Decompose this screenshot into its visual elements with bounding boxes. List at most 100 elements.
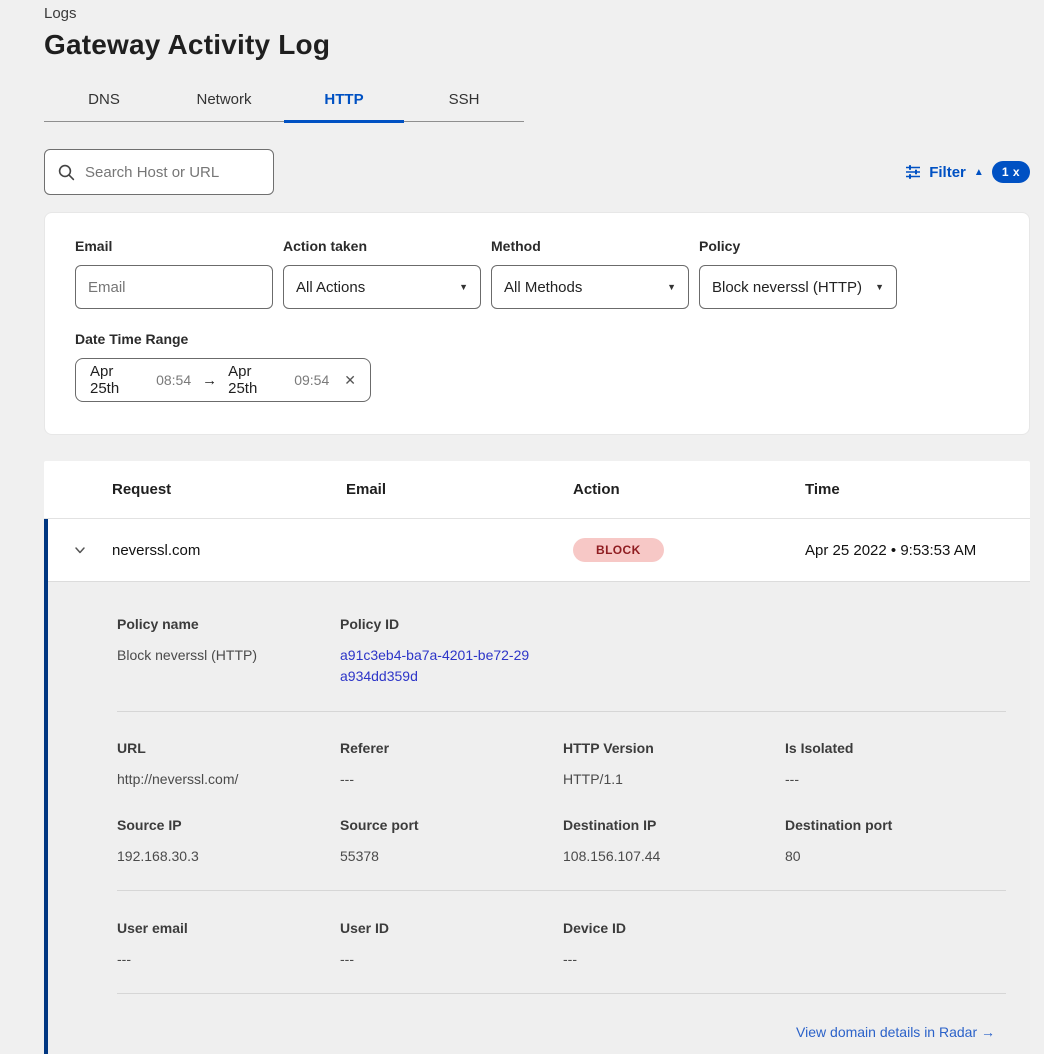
is-isolated-value: --- [785,769,1006,790]
destination-ip-value: 108.156.107.44 [563,846,785,867]
status-badge: BLOCK [573,538,664,562]
http-version-label: HTTP Version [563,740,785,756]
start-date[interactable]: Apr 25th [90,363,145,397]
col-time: Time [805,481,1030,498]
destination-port-label: Destination port [785,817,1006,833]
referer-cell: Referer --- [340,740,563,790]
device-id-value: --- [563,949,785,970]
action-taken-value: All Actions [296,279,365,296]
policy-name-cell: Policy name Block neverssl (HTTP) [117,616,340,687]
filter-field-policy: Policy Block neverssl (HTTP) ▼ [699,238,897,309]
filter-field-action: Action taken All Actions ▼ [283,238,481,309]
divider [117,993,1006,994]
destination-port-cell: Destination port 80 [785,817,1006,867]
email-label: Email [75,238,273,254]
destination-ip-cell: Destination IP 108.156.107.44 [563,817,785,867]
is-isolated-label: Is Isolated [785,740,1006,756]
page-title: Gateway Activity Log [44,29,1030,61]
search-input[interactable] [85,164,284,181]
action-taken-label: Action taken [283,238,481,254]
policy-id-cell: Policy ID a91c3eb4-ba7a-4201-be72-29a934… [340,616,563,687]
source-ip-label: Source IP [117,817,340,833]
user-id-value: --- [340,949,563,970]
referer-value: --- [340,769,563,790]
user-id-label: User ID [340,920,563,936]
tab-network[interactable]: Network [164,81,284,121]
referer-label: Referer [340,740,563,756]
policy-select[interactable]: Block neverssl (HTTP) ▼ [699,265,897,309]
method-value: All Methods [504,279,582,296]
policy-id-label: Policy ID [340,616,563,632]
filter-field-date-range: Date Time Range Apr 25th 08:54 → Apr 25t… [75,331,999,402]
caret-up-icon[interactable]: ▲ [974,167,984,178]
col-action: Action [573,481,805,498]
row-time: Apr 25 2022 • 9:53:53 AM [805,542,1030,559]
user-id-cell: User ID --- [340,920,563,970]
log-table: Request Email Action Time neverssl.com B… [44,461,1030,1054]
clear-date-icon[interactable]: ✕ [344,372,356,389]
filter-controls[interactable]: Filter ▲ 1 x [905,161,1030,183]
tab-bar: DNS Network HTTP SSH [44,81,524,122]
filter-panel: Email Action taken All Actions ▼ Method … [44,212,1030,435]
arrow-right-icon: → [202,372,217,389]
method-select[interactable]: All Methods ▼ [491,265,689,309]
url-label: URL [117,740,340,756]
table-row[interactable]: neverssl.com BLOCK Apr 25 2022 • 9:53:53… [48,519,1030,581]
end-date[interactable]: Apr 25th [228,363,283,397]
filter-sliders-icon [905,164,921,180]
expanded-row-group: neverssl.com BLOCK Apr 25 2022 • 9:53:53… [44,519,1030,1054]
user-email-cell: User email --- [117,920,340,970]
search-filter-bar: Filter ▲ 1 x [44,149,1030,195]
radar-details-link[interactable]: View domain details in Radar → [796,1024,995,1040]
start-time[interactable]: 08:54 [156,372,191,388]
device-id-label: Device ID [563,920,785,936]
chevron-expand-icon[interactable] [71,541,89,559]
source-port-cell: Source port 55378 [340,817,563,867]
destination-port-value: 80 [785,846,1006,867]
source-port-value: 55378 [340,846,563,867]
tab-dns[interactable]: DNS [44,81,164,121]
search-box[interactable] [44,149,274,195]
date-range-picker[interactable]: Apr 25th 08:54 → Apr 25th 09:54 ✕ [75,358,371,402]
end-time[interactable]: 09:54 [294,372,329,388]
row-request: neverssl.com [112,542,346,559]
col-email: Email [346,481,573,498]
user-email-value: --- [117,949,340,970]
source-port-label: Source port [340,817,563,833]
destination-ip-label: Destination IP [563,817,785,833]
source-ip-value: 192.168.30.3 [117,846,340,867]
http-version-cell: HTTP Version HTTP/1.1 [563,740,785,790]
filter-toggle[interactable]: Filter [929,164,966,181]
method-label: Method [491,238,689,254]
filter-field-email: Email [75,238,273,309]
breadcrumb[interactable]: Logs [44,0,1030,22]
url-cell: URL http://neverssl.com/ [117,740,340,790]
policy-value: Block neverssl (HTTP) [712,279,862,296]
policy-id-link[interactable]: a91c3eb4-ba7a-4201-be72-29a934dd359d [340,645,532,687]
table-header: Request Email Action Time [44,461,1030,519]
policy-label: Policy [699,238,897,254]
filter-field-method: Method All Methods ▼ [491,238,689,309]
col-request: Request [112,481,346,498]
http-version-value: HTTP/1.1 [563,769,785,790]
is-isolated-cell: Is Isolated --- [785,740,1006,790]
filter-count-badge[interactable]: 1 x [992,161,1030,183]
url-value: http://neverssl.com/ [117,769,340,790]
email-input-wrap [75,265,273,309]
source-ip-cell: Source IP 192.168.30.3 [117,817,340,867]
email-input[interactable] [88,279,260,296]
policy-name-label: Policy name [117,616,340,632]
chevron-down-icon: ▼ [667,282,676,292]
date-range-label: Date Time Range [75,331,999,347]
user-email-label: User email [117,920,340,936]
chevron-down-icon: ▼ [459,282,468,292]
search-icon [58,164,75,181]
action-taken-select[interactable]: All Actions ▼ [283,265,481,309]
policy-name-value: Block neverssl (HTTP) [117,645,340,666]
main-content: Logs Gateway Activity Log DNS Network HT… [44,0,1030,1054]
tab-ssh[interactable]: SSH [404,81,524,121]
tab-http[interactable]: HTTP [284,81,404,121]
chevron-down-icon: ▼ [875,282,884,292]
device-id-cell: Device ID --- [563,920,785,970]
row-detail-panel: Policy name Block neverssl (HTTP) Policy… [48,581,1030,1054]
